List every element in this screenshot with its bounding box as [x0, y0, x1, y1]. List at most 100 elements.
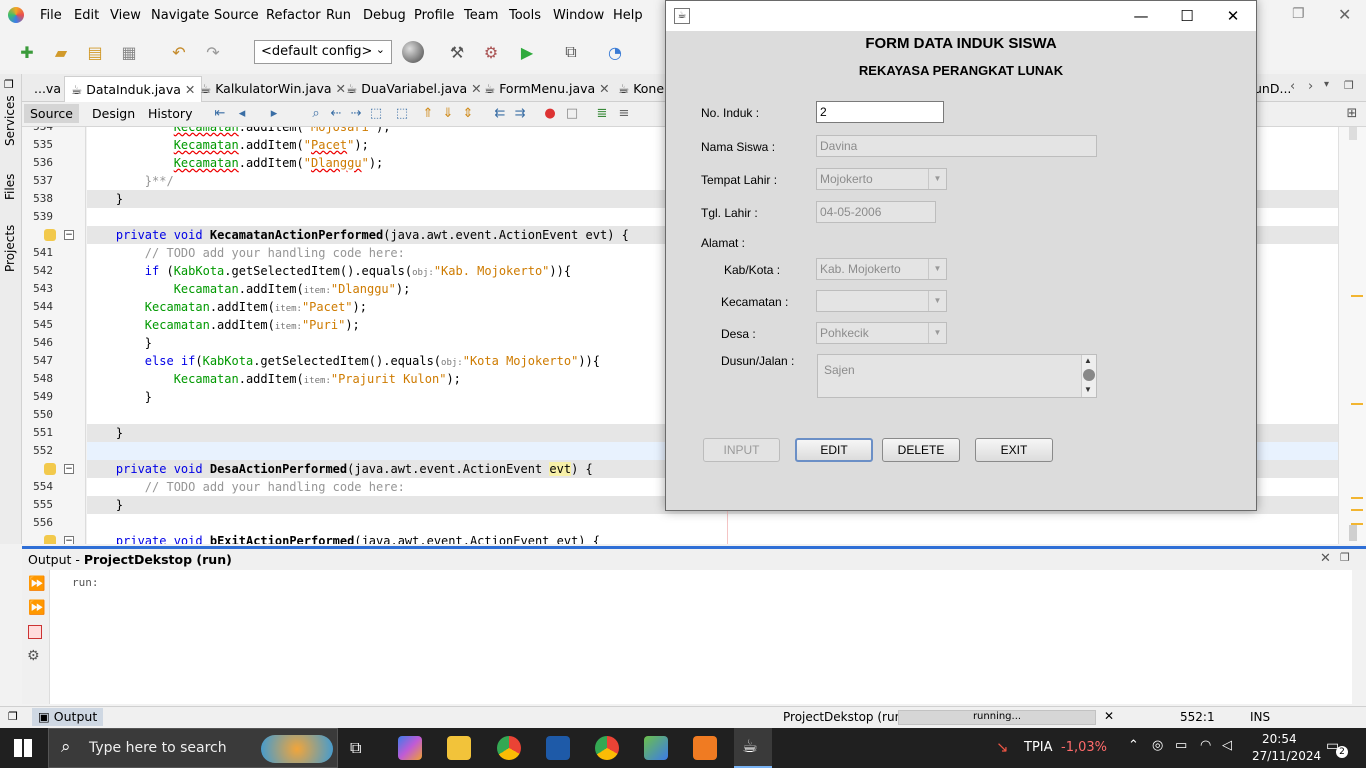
- fold-toggle-icon[interactable]: −: [64, 464, 74, 474]
- stripe-mark[interactable]: [1351, 509, 1363, 511]
- delete-button[interactable]: DELETE: [882, 438, 960, 462]
- rectangular-selection-icon[interactable]: ⬚: [394, 106, 410, 122]
- save-all-icon[interactable]: ▦: [118, 41, 140, 63]
- shift-left-icon[interactable]: ⇇: [492, 106, 508, 122]
- globe-icon[interactable]: [402, 41, 424, 63]
- find-next-icon[interactable]: ⇢: [348, 106, 364, 122]
- input-button[interactable]: INPUT: [703, 438, 780, 462]
- tab-hidden-left[interactable]: ...va: [28, 76, 67, 102]
- tab-duavariabel[interactable]: ☕ DuaVariabel.java ✕: [340, 76, 488, 102]
- prev-bookmark-icon[interactable]: ⇑: [420, 106, 436, 122]
- app-window-icon[interactable]: [546, 736, 570, 760]
- menu-run[interactable]: Run: [326, 8, 351, 23]
- minimize-icon[interactable]: —: [1118, 4, 1164, 28]
- stripe-mark[interactable]: [1351, 497, 1363, 499]
- sidebar-projects[interactable]: Projects: [3, 225, 17, 272]
- chrome-profile-icon[interactable]: [595, 736, 619, 760]
- tab-formmenu[interactable]: ☕ FormMenu.java ✕: [478, 76, 616, 102]
- menu-refactor[interactable]: Refactor: [266, 8, 321, 23]
- form-titlebar[interactable]: ☕ — ☐ ✕: [666, 1, 1256, 31]
- new-project-icon[interactable]: ▰: [50, 41, 72, 63]
- chevron-up-icon[interactable]: ⌃: [1128, 738, 1139, 753]
- stripe-mark[interactable]: [1351, 295, 1363, 297]
- xampp-icon[interactable]: [693, 736, 717, 760]
- editor-restore-icon[interactable]: ❐: [1344, 79, 1354, 92]
- code-line[interactable]: private void bExitActionPerformed(java.a…: [87, 532, 1338, 544]
- sidebar-restore-icon[interactable]: ❐: [4, 78, 14, 91]
- menu-profile[interactable]: Profile: [414, 8, 454, 23]
- hint-bulb-icon[interactable]: [44, 229, 56, 241]
- menu-source[interactable]: Source: [214, 8, 259, 23]
- cancel-process-icon[interactable]: ✕: [1104, 709, 1114, 723]
- output-restore-icon[interactable]: ❐: [1340, 551, 1350, 564]
- ide-close-icon[interactable]: ✕: [1338, 5, 1351, 24]
- java-app-button[interactable]: ☕: [734, 728, 772, 768]
- scroll-down-icon[interactable]: ▼: [1084, 385, 1092, 394]
- virtualbox-icon[interactable]: [644, 736, 668, 760]
- hint-bulb-icon[interactable]: [44, 535, 56, 544]
- output-tab-button[interactable]: ▣ Output: [32, 708, 104, 726]
- scroll-thumb[interactable]: [1349, 127, 1357, 140]
- close-icon[interactable]: ✕: [1210, 4, 1256, 28]
- toggle-bookmark-icon[interactable]: ⇕: [460, 106, 476, 122]
- clock-time[interactable]: 20:54: [1262, 732, 1297, 746]
- uncomment-icon[interactable]: ≡: [616, 106, 632, 122]
- comment-icon[interactable]: ≣: [594, 106, 610, 122]
- scroll-thumb-bottom[interactable]: [1349, 525, 1357, 541]
- meet-icon[interactable]: ◎: [1152, 738, 1163, 753]
- stop-macro-icon[interactable]: □: [564, 106, 580, 122]
- debug-icon[interactable]: ⧉: [560, 41, 582, 63]
- menu-file[interactable]: File: [40, 8, 62, 23]
- scroll-up-icon[interactable]: ▲: [1084, 356, 1092, 365]
- nama-siswa-field[interactable]: Davina: [816, 135, 1097, 157]
- start-macro-icon[interactable]: ●: [542, 106, 558, 122]
- output-close-icon[interactable]: ✕: [1320, 551, 1331, 566]
- split-editor-icon[interactable]: ⊞: [1344, 106, 1360, 122]
- volume-icon[interactable]: ◁: [1222, 738, 1232, 753]
- profile-icon[interactable]: ◔: [604, 41, 626, 63]
- view-history-button[interactable]: History: [148, 106, 192, 121]
- tempat-lahir-select[interactable]: Mojokerto ▼: [816, 168, 947, 190]
- status-restore-icon[interactable]: ❐: [8, 710, 18, 723]
- windows-start-icon[interactable]: [14, 739, 32, 757]
- view-source-button[interactable]: Source: [24, 104, 79, 123]
- task-view-icon[interactable]: ⧉: [350, 738, 361, 758]
- taskbar-search[interactable]: ⌕ Type here to search: [48, 728, 338, 768]
- exit-button[interactable]: EXIT: [975, 438, 1053, 462]
- menu-debug[interactable]: Debug: [363, 8, 406, 23]
- shift-right-icon[interactable]: ⇉: [512, 106, 528, 122]
- last-edit-icon[interactable]: ⇤: [212, 106, 228, 122]
- fold-toggle-icon[interactable]: −: [64, 230, 74, 240]
- edit-button[interactable]: EDIT: [795, 438, 873, 462]
- wifi-icon[interactable]: ◠: [1200, 738, 1211, 753]
- ide-restore-icon[interactable]: ❐: [1292, 6, 1305, 22]
- desa-select[interactable]: Pohkecik ▼: [816, 322, 947, 344]
- textarea-scrollbar[interactable]: ▲ ▼: [1081, 355, 1096, 397]
- undo-icon[interactable]: ↶: [168, 41, 190, 63]
- dusun-textarea[interactable]: Sajen ▲ ▼: [817, 354, 1097, 398]
- rerun-params-icon[interactable]: ⏩: [28, 600, 45, 616]
- config-select[interactable]: <default config> ⌄: [254, 40, 392, 64]
- redo-icon[interactable]: ↷: [202, 41, 224, 63]
- view-design-button[interactable]: Design: [92, 106, 135, 121]
- copilot-icon[interactable]: [398, 736, 422, 760]
- menu-edit[interactable]: Edit: [74, 8, 99, 23]
- menu-navigate[interactable]: Navigate: [151, 8, 209, 23]
- menu-window[interactable]: Window: [553, 8, 604, 23]
- rerun-icon[interactable]: ⏩: [28, 576, 45, 592]
- fold-toggle-icon[interactable]: −: [64, 536, 74, 544]
- no-induk-field[interactable]: 2: [816, 101, 944, 123]
- sidebar-files[interactable]: Files: [3, 174, 17, 200]
- new-file-icon[interactable]: ✚: [16, 41, 38, 63]
- find-previous-icon[interactable]: ⇠: [328, 106, 344, 122]
- menu-help[interactable]: Help: [613, 8, 643, 23]
- tabs-scroll-right-icon[interactable]: ›: [1308, 79, 1313, 94]
- find-icon[interactable]: ⌕: [308, 106, 324, 122]
- build-hammer-icon[interactable]: ⚒: [446, 41, 468, 63]
- chrome-icon[interactable]: [497, 736, 521, 760]
- menu-tools[interactable]: Tools: [509, 8, 541, 23]
- battery-icon[interactable]: ▭: [1175, 738, 1187, 753]
- settings-icon[interactable]: ⚙: [27, 648, 40, 664]
- next-bookmark-icon[interactable]: ⇓: [440, 106, 456, 122]
- tab-close-icon[interactable]: ✕: [599, 81, 609, 96]
